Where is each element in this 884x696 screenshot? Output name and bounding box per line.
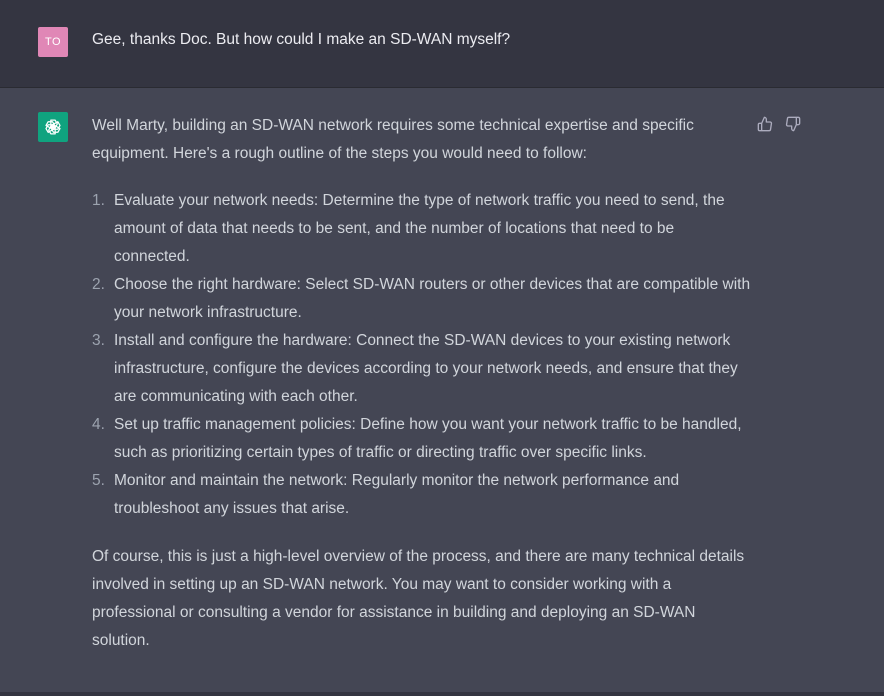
assistant-message-row: Well Marty, building an SD-WAN network r…: [0, 88, 884, 692]
thumbs-down-icon: [785, 116, 801, 132]
list-item-number: 3.: [92, 332, 105, 349]
list-item-text: Evaluate your network needs: Determine t…: [114, 192, 725, 265]
user-message-text: Gee, thanks Doc. But how could I make an…: [92, 31, 511, 48]
thumbs-down-button[interactable]: [784, 115, 802, 133]
list-item-number: 1.: [92, 192, 105, 209]
list-item: 2. Choose the right hardware: Select SD-…: [92, 271, 752, 327]
list-item: 4. Set up traffic management policies: D…: [92, 411, 752, 467]
list-item-text: Monitor and maintain the network: Regula…: [114, 472, 680, 517]
list-item: 1. Evaluate your network needs: Determin…: [92, 187, 752, 271]
feedback-buttons: [756, 115, 802, 133]
list-item: 3. Install and configure the hardware: C…: [92, 327, 752, 411]
list-item: 5. Monitor and maintain the network: Reg…: [92, 467, 752, 523]
assistant-intro-paragraph: Well Marty, building an SD-WAN network r…: [92, 117, 694, 162]
thumbs-up-button[interactable]: [756, 115, 774, 133]
list-item-text: Choose the right hardware: Select SD-WAN…: [114, 276, 751, 321]
list-item-text: Install and configure the hardware: Conn…: [114, 332, 738, 405]
openai-logo-icon: [45, 119, 61, 135]
assistant-message-content: Well Marty, building an SD-WAN network r…: [92, 112, 752, 655]
steps-list: 1. Evaluate your network needs: Determin…: [92, 187, 752, 523]
user-avatar: TO: [38, 27, 68, 57]
list-item-text: Set up traffic management policies: Defi…: [114, 416, 742, 461]
bottom-divider: [0, 692, 884, 696]
list-item-number: 4.: [92, 416, 105, 433]
thumbs-up-icon: [757, 116, 773, 132]
list-item-number: 2.: [92, 276, 105, 293]
assistant-avatar: [38, 112, 68, 142]
user-message-row: TO Gee, thanks Doc. But how could I make…: [0, 0, 884, 88]
list-item-number: 5.: [92, 472, 105, 489]
assistant-outro-paragraph: Of course, this is just a high-level ove…: [92, 548, 745, 649]
